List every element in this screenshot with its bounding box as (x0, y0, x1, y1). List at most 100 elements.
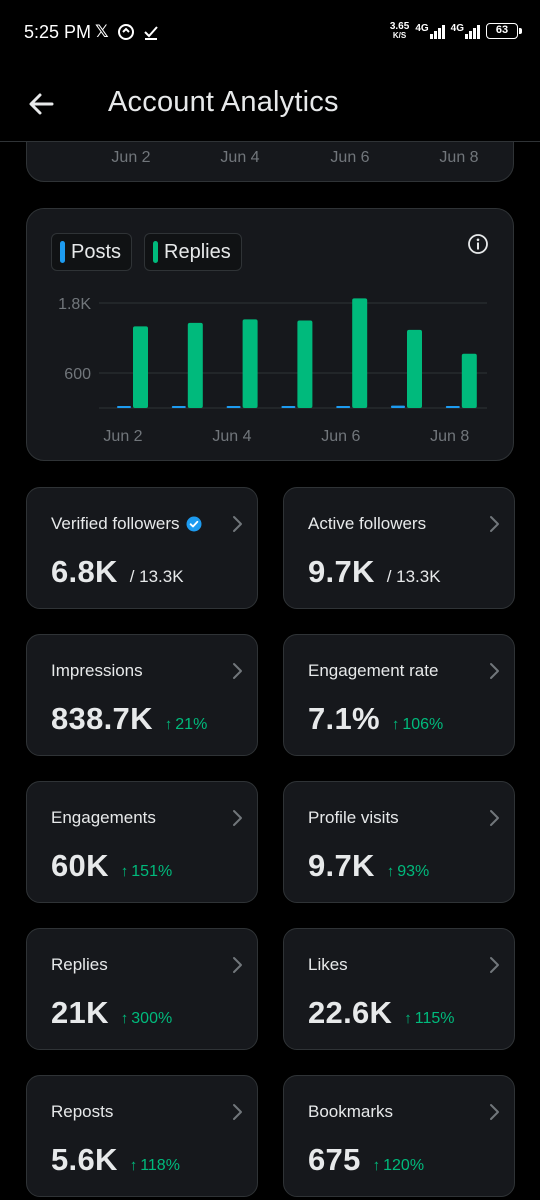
x-tick-label: Jun 6 (321, 428, 360, 445)
stat-label-text: Likes (308, 955, 348, 974)
stat-total: / 13.3K (386, 567, 441, 586)
stat-label: Likes (308, 955, 348, 975)
chevron-right-icon (233, 957, 242, 973)
stat-value: 6.8K (51, 554, 118, 589)
stat-label: Reposts (51, 1102, 113, 1122)
stat-card[interactable]: Impressions 838.7K ↑ 21% (26, 634, 258, 756)
bar-replies[interactable] (407, 329, 422, 408)
bar-replies[interactable] (297, 320, 313, 409)
stat-change: ↑ 106% (392, 716, 443, 734)
bar-posts[interactable] (226, 406, 241, 408)
arrow-up-icon: ↑ (129, 1157, 138, 1174)
verified-badge-icon (186, 516, 202, 532)
chevron-right-icon (233, 810, 242, 826)
stat-change-value: 151% (131, 863, 173, 880)
stat-value-row: 5.6K ↑ 118% (51, 1142, 180, 1178)
chart-legend: Posts Replies (51, 233, 242, 271)
chevron-right-icon (490, 663, 499, 679)
top-x-tick: Jun 2 (111, 149, 151, 166)
arrow-up-icon: ↑ (164, 716, 173, 733)
stat-value: 21K (51, 995, 109, 1030)
x-tick-label: Jun 8 (430, 428, 469, 445)
stat-value: 7.1% (308, 701, 380, 736)
app-header: Account Analytics (0, 66, 540, 142)
stat-label: Active followers (308, 514, 426, 534)
stat-label-text: Active followers (308, 514, 427, 533)
stat-change-value: 115% (414, 1010, 455, 1027)
info-icon[interactable] (467, 233, 489, 255)
legend-posts[interactable]: Posts (51, 233, 133, 271)
stat-label-text: Replies (51, 955, 108, 974)
legend-posts-label: Posts (71, 240, 122, 263)
stat-value: 9.7K (308, 554, 375, 589)
status-bar: 5:25 PM 𝕏 3.65 K/S 4G 4G 63 (0, 0, 540, 66)
status-notification-icons: 𝕏 (95, 22, 159, 42)
bar-replies[interactable] (133, 326, 148, 408)
stat-change-value: 300% (131, 1010, 173, 1027)
bar-replies[interactable] (242, 319, 258, 408)
stat-value-row: 21K ↑ 300% (51, 995, 172, 1031)
stat-card[interactable]: Likes 22.6K ↑ 115% (283, 928, 515, 1050)
chevron-right-icon (233, 663, 242, 679)
stat-change-value: 21% (175, 716, 208, 733)
stat-card[interactable]: Bookmarks 675 ↑ 120% (283, 1075, 515, 1197)
stat-change: ↑ 93% (387, 863, 430, 881)
stat-card[interactable]: Active followers 9.7K / 13.3K (283, 487, 515, 609)
y-tick-label: 1.8K (58, 296, 91, 313)
bar-posts[interactable] (117, 406, 131, 408)
bar-posts[interactable] (281, 406, 296, 408)
arrow-up-icon: ↑ (386, 863, 395, 880)
stat-label-text: Engagement rate (308, 661, 439, 680)
stat-change: ↑ 300% (121, 1010, 172, 1028)
stat-label: Impressions (51, 661, 143, 681)
stat-change-value: 120% (383, 1157, 425, 1174)
stat-label: Engagement rate (308, 661, 438, 681)
stat-change: ↑ 151% (121, 863, 172, 881)
sync-icon (117, 24, 134, 40)
network-speed: 3.65 K/S (389, 21, 410, 40)
stat-value: 675 (308, 1142, 361, 1177)
stat-label-text: Bookmarks (308, 1102, 394, 1121)
stat-value: 5.6K (51, 1142, 118, 1177)
stat-card[interactable]: Engagement rate 7.1% ↑ 106% (283, 634, 515, 756)
legend-replies[interactable]: Replies (144, 233, 242, 271)
download-done-icon (143, 26, 158, 40)
stat-label-text: Verified followers (51, 514, 180, 533)
chevron-right-icon (233, 1104, 242, 1120)
stat-card[interactable]: Profile visits 9.7K ↑ 93% (283, 781, 515, 903)
bar-replies[interactable] (352, 298, 368, 408)
stat-label-text: Engagements (51, 808, 156, 827)
stat-value-row: 9.7K ↑ 93% (308, 848, 429, 884)
stat-label: Profile visits (308, 808, 399, 828)
y-tick-label: 600 (64, 366, 91, 383)
bar-posts[interactable] (171, 406, 186, 408)
stat-value-row: 6.8K / 13.3K (51, 554, 184, 590)
stat-card[interactable]: Verified followers 6.8K / 13.3K (26, 487, 258, 609)
chevron-right-icon (490, 516, 499, 532)
stat-label: Verified followers (51, 514, 202, 534)
battery-icon: 63 (486, 23, 522, 39)
arrow-up-icon: ↑ (120, 863, 129, 880)
bar-replies[interactable] (187, 322, 203, 408)
stat-change: ↑ 115% (404, 1010, 454, 1028)
stat-value: 22.6K (308, 995, 393, 1030)
stat-card[interactable]: Engagements 60K ↑ 151% (26, 781, 258, 903)
stat-card[interactable]: Reposts 5.6K ↑ 118% (26, 1075, 258, 1197)
arrow-left-icon[interactable] (24, 86, 60, 122)
stat-card[interactable]: Replies 21K ↑ 300% (26, 928, 258, 1050)
top-chart-x-axis: Jun 2 Jun 4 Jun 6 Jun 8 (27, 149, 513, 169)
bar-posts[interactable] (391, 405, 405, 408)
bar-posts[interactable] (336, 406, 351, 408)
chevron-right-icon (490, 1104, 499, 1120)
stat-label: Engagements (51, 808, 156, 828)
bar-posts[interactable] (445, 406, 460, 408)
bar-replies[interactable] (461, 353, 477, 408)
stat-total: / 13.3K (129, 567, 184, 586)
stat-change-value: 106% (402, 716, 444, 733)
stat-label-text: Impressions (51, 661, 143, 680)
arrow-up-icon: ↑ (372, 1157, 381, 1174)
status-time: 5:25 PM (24, 22, 92, 42)
signal-icon-1: 4G (415, 23, 445, 39)
chevron-right-icon (490, 957, 499, 973)
page-title: Account Analytics (108, 86, 339, 118)
